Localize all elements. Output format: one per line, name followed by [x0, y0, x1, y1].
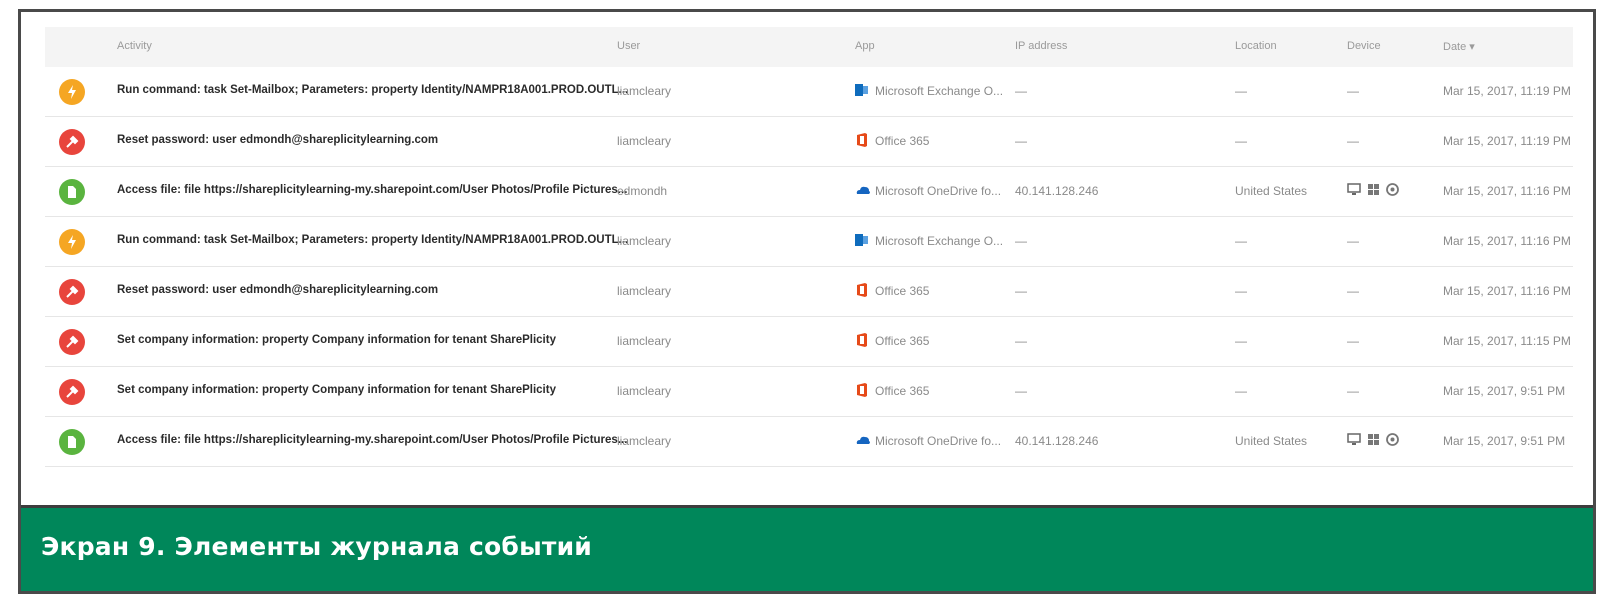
app-cell: Microsoft Exchange O... [875, 84, 1004, 98]
exchange-icon [855, 82, 869, 98]
onedrive-icon [855, 182, 870, 198]
column-header-ip-address[interactable]: IP address [1015, 40, 1067, 52]
user-cell: liamcleary [617, 434, 672, 448]
command-status-icon [59, 79, 85, 105]
column-header-app[interactable]: App [855, 40, 875, 52]
location-cell: — [1235, 334, 1247, 348]
location-cell: — [1235, 234, 1247, 248]
admin-action-status-icon [59, 279, 85, 305]
activity-cell: Run command: task Set-Mailbox; Parameter… [117, 234, 629, 246]
file-access-status-icon [59, 179, 85, 205]
app-cell: Office 365 [875, 384, 930, 398]
activity-cell: Access file: file https://shareplicityle… [117, 184, 628, 196]
table-row[interactable]: Reset password: user edmondh@shareplicit… [45, 267, 1573, 317]
app-cell: Microsoft OneDrive fo... [875, 184, 1002, 198]
table-row[interactable]: Run command: task Set-Mailbox; Parameter… [45, 67, 1573, 117]
windows-icon [1368, 434, 1379, 445]
table-row[interactable]: Access file: file https://shareplicityle… [45, 417, 1573, 467]
admin-action-status-icon [59, 379, 85, 405]
device-cell: — [1347, 234, 1359, 248]
onedrive-icon [855, 432, 870, 448]
activity-log-panel: Activity User App IP address Location De… [21, 12, 1593, 505]
date-cell: Mar 15, 2017, 11:15 PM [1443, 334, 1571, 348]
browser-icon [1386, 433, 1399, 446]
activity-cell: Access file: file https://shareplicityle… [117, 434, 628, 446]
user-cell: liamcleary [617, 134, 672, 148]
table-row[interactable]: Set company information: property Compan… [45, 367, 1573, 417]
date-cell: Mar 15, 2017, 11:16 PM [1443, 184, 1571, 198]
date-cell: Mar 15, 2017, 11:16 PM [1443, 284, 1571, 298]
ip-address-cell: — [1015, 284, 1027, 298]
user-cell: liamcleary [617, 384, 672, 398]
location-cell: — [1235, 284, 1247, 298]
user-cell: liamcleary [617, 284, 672, 298]
app-cell: Microsoft OneDrive fo... [875, 434, 1002, 448]
office-365-icon [855, 282, 869, 298]
app-cell: Office 365 [875, 134, 930, 148]
command-status-icon [59, 229, 85, 255]
location-cell: United States [1235, 434, 1308, 448]
browser-icon [1386, 183, 1399, 196]
app-cell: Office 365 [875, 334, 930, 348]
device-icons [1347, 433, 1399, 451]
ip-address-cell: — [1015, 134, 1027, 148]
app-cell: Office 365 [875, 284, 930, 298]
admin-action-status-icon [59, 129, 85, 155]
table-row[interactable]: Access file: file https://shareplicityle… [45, 167, 1573, 217]
ip-address-cell: — [1015, 334, 1027, 348]
location-cell: — [1235, 134, 1247, 148]
activity-cell: Reset password: user edmondh@shareplicit… [117, 134, 439, 146]
activity-cell: Reset password: user edmondh@shareplicit… [117, 284, 439, 296]
exchange-icon [855, 232, 869, 248]
ip-address-cell: 40.141.128.246 [1015, 184, 1099, 198]
app-cell: Microsoft Exchange O... [875, 234, 1004, 248]
device-cell: — [1347, 284, 1359, 298]
device-cell: — [1347, 384, 1359, 398]
ip-address-cell: 40.141.128.246 [1015, 434, 1099, 448]
date-cell: Mar 15, 2017, 11:19 PM [1443, 134, 1571, 148]
figure-caption: Экран 9. Элементы журнала событий [41, 532, 593, 561]
office-365-icon [855, 132, 869, 148]
file-access-status-icon [59, 429, 85, 455]
caption-bar: Экран 9. Элементы журнала событий [21, 505, 1593, 591]
date-cell: Mar 15, 2017, 11:19 PM [1443, 84, 1571, 98]
column-header-user[interactable]: User [617, 40, 640, 52]
device-cell: — [1347, 84, 1359, 98]
column-header-device[interactable]: Device [1347, 40, 1381, 52]
admin-action-status-icon [59, 329, 85, 355]
ip-address-cell: — [1015, 384, 1027, 398]
device-cell: — [1347, 334, 1359, 348]
column-header-activity[interactable]: Activity [117, 40, 152, 52]
office-365-icon [855, 382, 869, 398]
activity-cell: Set company information: property Compan… [117, 384, 556, 396]
column-header-location[interactable]: Location [1235, 40, 1277, 52]
column-header-date[interactable]: Date ▾ [1443, 40, 1475, 53]
activity-cell: Run command: task Set-Mailbox; Parameter… [117, 84, 629, 96]
user-cell: edmondh [617, 184, 668, 198]
location-cell: — [1235, 384, 1247, 398]
figure-frame: Activity User App IP address Location De… [18, 9, 1596, 594]
office-365-icon [855, 332, 869, 348]
desktop-icon [1347, 183, 1361, 195]
ip-address-cell: — [1015, 84, 1027, 98]
date-cell: Mar 15, 2017, 9:51 PM [1443, 384, 1566, 398]
table-header: Activity User App IP address Location De… [45, 27, 1573, 67]
user-cell: liamcleary [617, 234, 672, 248]
location-cell: — [1235, 84, 1247, 98]
windows-icon [1368, 184, 1379, 195]
desktop-icon [1347, 433, 1361, 445]
activity-cell: Set company information: property Compan… [117, 334, 556, 346]
user-cell: liamcleary [617, 84, 672, 98]
ip-address-cell: — [1015, 234, 1027, 248]
location-cell: United States [1235, 184, 1308, 198]
table-row[interactable]: Set company information: property Compan… [45, 317, 1573, 367]
user-cell: liamcleary [617, 334, 672, 348]
device-cell: — [1347, 134, 1359, 148]
date-cell: Mar 15, 2017, 9:51 PM [1443, 434, 1566, 448]
date-cell: Mar 15, 2017, 11:16 PM [1443, 234, 1571, 248]
table-row[interactable]: Run command: task Set-Mailbox; Parameter… [45, 217, 1573, 267]
table-row[interactable]: Reset password: user edmondh@shareplicit… [45, 117, 1573, 167]
device-icons [1347, 183, 1399, 201]
